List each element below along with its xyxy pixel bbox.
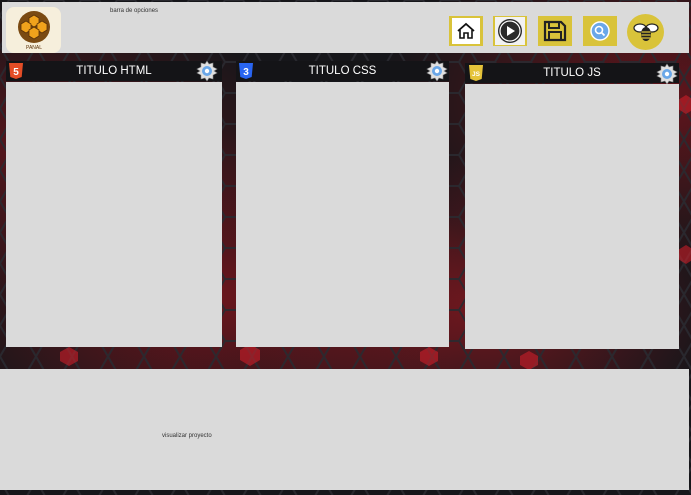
html-code-editor[interactable] [6, 82, 222, 347]
svg-text:PANAL: PANAL [25, 45, 41, 51]
js-editor-header: TITULO JS [465, 63, 679, 83]
search-button[interactable] [583, 16, 617, 46]
js-code-editor[interactable] [465, 84, 679, 349]
project-preview-panel: visualizar proyecto [0, 369, 689, 490]
play-icon [498, 19, 522, 43]
options-bar-label: barra de opciones [110, 8, 159, 14]
home-button[interactable] [449, 16, 483, 46]
search-icon [590, 21, 610, 41]
profile-button[interactable] [627, 14, 664, 50]
floppy-disk-icon [543, 20, 567, 42]
html-editor-title: TITULO HTML [76, 65, 152, 77]
html-settings-gear-icon[interactable] [196, 60, 218, 82]
svg-text:3: 3 [243, 67, 249, 78]
css-editor-title: TITULO CSS [308, 65, 377, 77]
css3-icon: 3 [239, 63, 253, 79]
svg-text:JS: JS [472, 71, 481, 78]
save-button[interactable] [538, 16, 572, 46]
js-editor-title: TITULO JS [543, 67, 601, 79]
preview-label: visualizar proyecto [162, 433, 212, 439]
html5-icon: 5 [9, 63, 23, 79]
css-settings-gear-icon[interactable] [426, 60, 448, 82]
javascript-icon: JS [469, 65, 483, 81]
honeycomb-logo-icon: PANAL [17, 11, 50, 51]
home-icon [457, 22, 475, 39]
css-editor-header: TITULO CSS [236, 61, 449, 81]
bee-icon [632, 23, 659, 41]
panal-logo[interactable]: PANAL [6, 7, 61, 53]
js-settings-gear-icon[interactable] [656, 63, 678, 85]
css-code-editor[interactable] [236, 82, 449, 347]
html-editor-header: TITULO HTML [6, 61, 222, 81]
run-button[interactable] [493, 16, 527, 46]
svg-text:5: 5 [13, 67, 19, 78]
